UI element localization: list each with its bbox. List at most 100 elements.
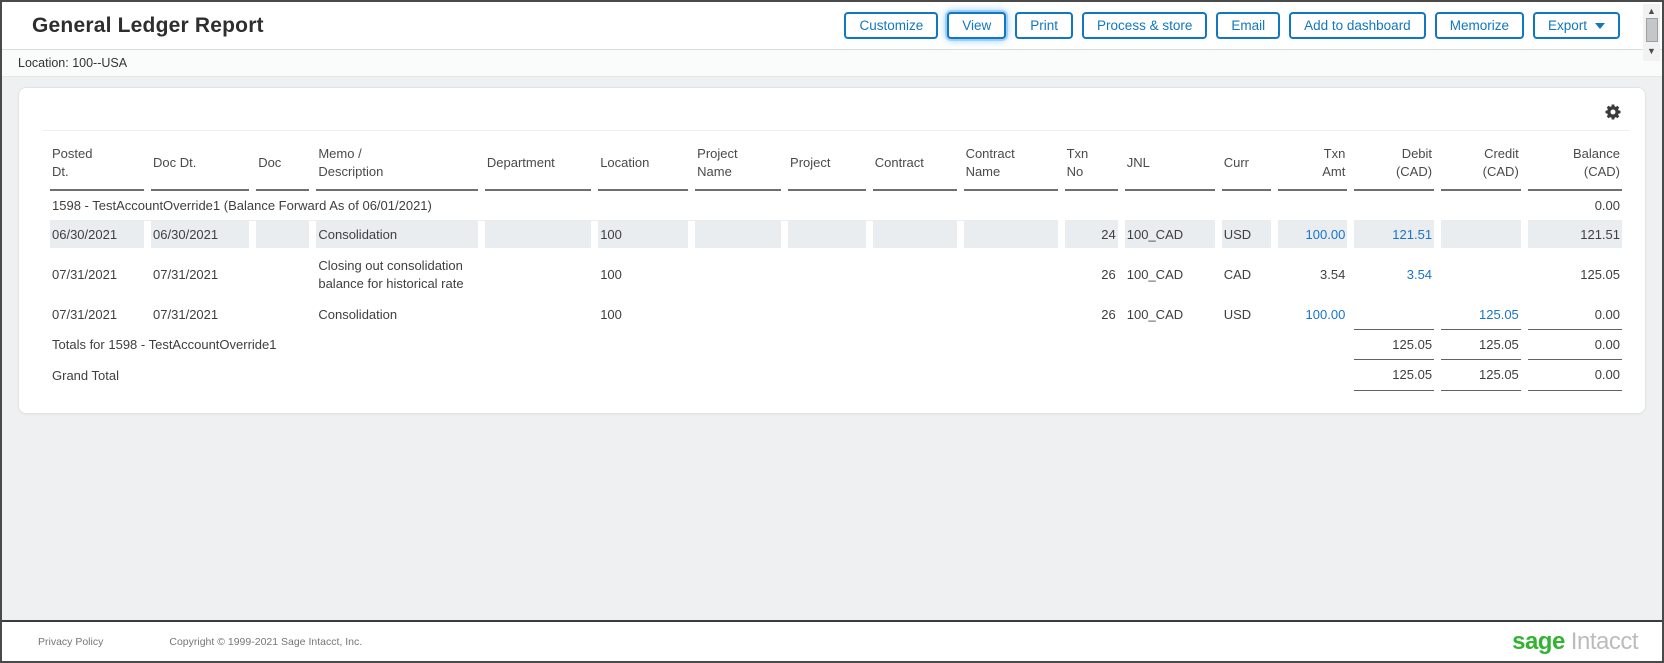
column-header-project: Project xyxy=(788,133,866,191)
grand-total-debit: 125.05 xyxy=(1354,360,1434,391)
customize-button[interactable]: Customize xyxy=(844,12,938,39)
column-header-txn-amt: TxnAmt xyxy=(1278,133,1348,191)
totals-balance: 0.00 xyxy=(1528,329,1622,361)
cell-department xyxy=(485,221,591,249)
debit-link[interactable]: 3.54 xyxy=(1354,248,1434,301)
totals-debit: 125.05 xyxy=(1354,329,1434,361)
cell-doc-dt: 07/31/2021 xyxy=(151,301,249,329)
grand-total-row: Grand Total 125.05 125.05 0.00 xyxy=(50,360,1622,391)
debit-link[interactable]: 121.51 xyxy=(1354,221,1434,249)
cell-contract-name xyxy=(964,301,1058,329)
account-totals-label: Totals for 1598 - TestAccountOverride1 xyxy=(50,329,1347,361)
privacy-policy-link[interactable]: Privacy Policy xyxy=(38,636,103,648)
column-header-project-name: ProjectName xyxy=(695,133,781,191)
memorize-button[interactable]: Memorize xyxy=(1435,12,1524,39)
column-header-credit-cad: Credit(CAD) xyxy=(1441,133,1521,191)
column-header-posted-dt: PostedDt. xyxy=(50,133,144,191)
cell-doc-dt: 07/31/2021 xyxy=(151,248,249,301)
cell-doc xyxy=(256,248,309,301)
export-button[interactable]: Export xyxy=(1533,12,1620,39)
cell-posted-dt: 06/30/2021 xyxy=(50,221,144,249)
cell-memo: Consolidation xyxy=(316,221,478,249)
account-group-label: 1598 - TestAccountOverride1 (Balance For… xyxy=(50,191,1058,221)
cell-doc xyxy=(256,301,309,329)
grand-total-balance: 0.00 xyxy=(1528,360,1622,391)
page-title: General Ledger Report xyxy=(32,14,264,38)
cell-curr: USD xyxy=(1222,301,1271,329)
intacct-logo-text: Intacct xyxy=(1571,628,1638,656)
cell-memo: Closing out consolidation balance for hi… xyxy=(316,248,478,301)
view-button[interactable]: View xyxy=(947,12,1006,39)
cell-balance: 121.51 xyxy=(1528,221,1622,249)
column-header-location: Location xyxy=(598,133,688,191)
table-header-row: PostedDt. Doc Dt. Doc Memo /Description … xyxy=(50,133,1622,191)
cell-txn-no: 26 xyxy=(1065,248,1118,301)
cell-jnl: 100_CAD xyxy=(1125,248,1215,301)
cell-doc xyxy=(256,221,309,249)
sage-logo-text: sage xyxy=(1512,628,1565,656)
cell-credit xyxy=(1441,221,1521,249)
account-totals-row: Totals for 1598 - TestAccountOverride1 1… xyxy=(50,329,1622,361)
cell-contract xyxy=(873,248,957,301)
column-header-doc: Doc xyxy=(256,133,309,191)
scrollbar-thumb[interactable] xyxy=(1646,18,1658,42)
vertical-scrollbar[interactable]: ▲ ▼ xyxy=(1643,4,1660,61)
cell-txn-no: 24 xyxy=(1065,221,1118,249)
report-card-toolbar xyxy=(43,98,1629,131)
cell-balance: 125.05 xyxy=(1528,248,1622,301)
toolbar: Customize View Print Process & store Ema… xyxy=(844,12,1634,39)
copyright-text: Copyright © 1999-2021 Sage Intacct, Inc. xyxy=(169,636,362,648)
cell-location: 100 xyxy=(598,221,688,249)
account-group-header-row: 1598 - TestAccountOverride1 (Balance For… xyxy=(50,191,1622,221)
email-button[interactable]: Email xyxy=(1216,12,1280,39)
column-header-contract-name: ContractName xyxy=(964,133,1058,191)
scroll-up-arrow-icon[interactable]: ▲ xyxy=(1647,4,1656,18)
cell-txn-no: 26 xyxy=(1065,301,1118,329)
credit-link[interactable]: 125.05 xyxy=(1441,301,1521,329)
cell-posted-dt: 07/31/2021 xyxy=(50,248,144,301)
column-header-curr: Curr xyxy=(1222,133,1271,191)
cell-project xyxy=(788,301,866,329)
cell-department xyxy=(485,248,591,301)
table-row: 07/31/2021 07/31/2021 Consolidation 100 … xyxy=(50,301,1622,329)
column-header-balance-cad: Balance(CAD) xyxy=(1528,133,1622,191)
cell-doc-dt: 06/30/2021 xyxy=(151,221,249,249)
column-header-jnl: JNL xyxy=(1125,133,1215,191)
chevron-down-icon xyxy=(1595,23,1605,29)
sage-intacct-logo: sage Intacct xyxy=(1512,628,1638,656)
location-text: Location: 100--USA xyxy=(18,56,127,70)
gear-icon[interactable] xyxy=(1603,102,1623,122)
column-header-txn-no: TxnNo xyxy=(1065,133,1118,191)
export-button-label: Export xyxy=(1548,17,1587,34)
totals-credit: 125.05 xyxy=(1441,329,1521,361)
column-header-department: Department xyxy=(485,133,591,191)
grand-total-credit: 125.05 xyxy=(1441,360,1521,391)
add-to-dashboard-button[interactable]: Add to dashboard xyxy=(1289,12,1426,39)
top-header-bar: General Ledger Report Customize View Pri… xyxy=(2,2,1662,50)
cell-credit xyxy=(1441,248,1521,301)
general-ledger-table: PostedDt. Doc Dt. Doc Memo /Description … xyxy=(43,133,1629,391)
scroll-down-arrow-icon[interactable]: ▼ xyxy=(1647,44,1656,58)
cell-jnl: 100_CAD xyxy=(1125,301,1215,329)
report-card: PostedDt. Doc Dt. Doc Memo /Description … xyxy=(18,87,1646,414)
column-header-contract: Contract xyxy=(873,133,957,191)
cell-balance: 0.00 xyxy=(1528,301,1622,329)
cell-contract xyxy=(873,221,957,249)
cell-contract-name xyxy=(964,221,1058,249)
grand-total-label: Grand Total xyxy=(50,360,1347,391)
print-button[interactable]: Print xyxy=(1015,12,1073,39)
group-balance-forward: 0.00 xyxy=(1528,191,1622,221)
cell-curr: CAD xyxy=(1222,248,1271,301)
location-bar: Location: 100--USA xyxy=(2,50,1662,77)
cell-location: 100 xyxy=(598,301,688,329)
cell-posted-dt: 07/31/2021 xyxy=(50,301,144,329)
cell-contract xyxy=(873,301,957,329)
cell-txn-amt: 3.54 xyxy=(1278,248,1348,301)
footer: Privacy Policy Copyright © 1999-2021 Sag… xyxy=(2,620,1662,661)
process-and-store-button[interactable]: Process & store xyxy=(1082,12,1207,39)
txn-amt-link[interactable]: 100.00 xyxy=(1278,221,1348,249)
txn-amt-link[interactable]: 100.00 xyxy=(1278,301,1348,329)
app-window: ▲ ▼ General Ledger Report Customize View… xyxy=(0,0,1664,663)
cell-curr: USD xyxy=(1222,221,1271,249)
table-row: 06/30/2021 06/30/2021 Consolidation 100 … xyxy=(50,221,1622,249)
